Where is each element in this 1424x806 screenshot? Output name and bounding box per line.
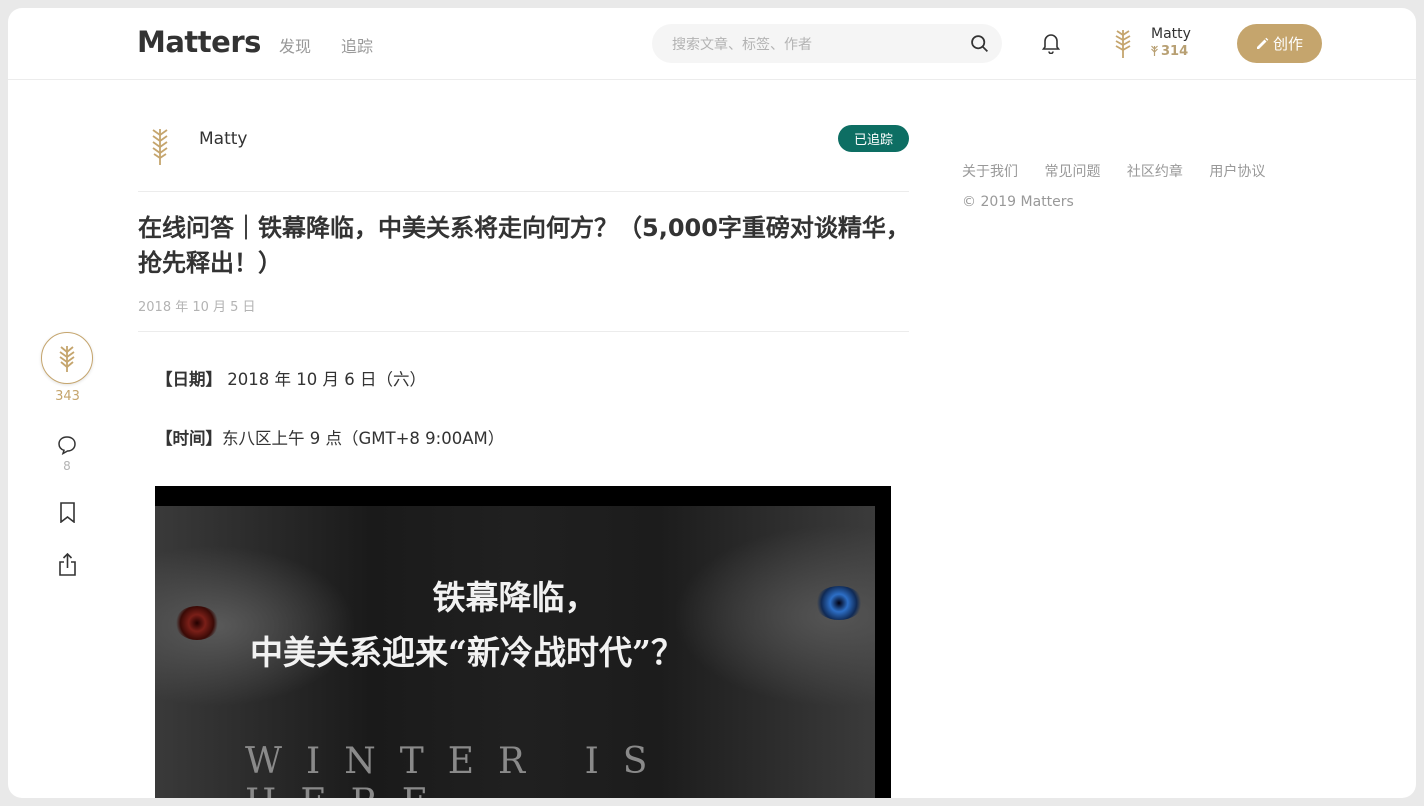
divider bbox=[138, 191, 909, 192]
footer-links: 关于我们 常见问题 社区约章 用户协议 bbox=[962, 161, 1287, 181]
create-button[interactable]: 创作 bbox=[1237, 24, 1322, 63]
article-date: 2018 年 10 月 5 日 bbox=[138, 300, 256, 315]
pencil-icon bbox=[1256, 37, 1269, 49]
matters-logo[interactable]: Matters bbox=[137, 25, 261, 59]
divider bbox=[138, 331, 909, 332]
notification-bell-icon[interactable] bbox=[1041, 32, 1061, 54]
comment-icon[interactable] bbox=[57, 435, 77, 455]
time-line: 【时间】东八区上午 9 点（GMT+8 9:00AM） bbox=[156, 425, 504, 449]
author-name[interactable]: Matty bbox=[199, 129, 247, 149]
following-button[interactable]: 已追踪 bbox=[838, 125, 909, 152]
date-line-label: 【日期】 bbox=[156, 370, 222, 389]
appreciation-count: 343 bbox=[55, 389, 80, 404]
create-button-label: 创作 bbox=[1272, 35, 1303, 53]
search-icon[interactable] bbox=[969, 33, 990, 54]
user-avatar[interactable] bbox=[1111, 26, 1135, 60]
comment-count: 8 bbox=[63, 459, 71, 473]
appreciate-button[interactable] bbox=[41, 332, 93, 384]
footer-link-guidelines[interactable]: 社区约章 bbox=[1127, 164, 1183, 180]
nav-follow[interactable]: 追踪 bbox=[341, 33, 373, 57]
footer-link-terms[interactable]: 用户协议 bbox=[1209, 164, 1265, 180]
search-bar bbox=[652, 24, 1002, 65]
poster-headline-1: 铁幕降临， bbox=[432, 578, 598, 617]
share-icon[interactable] bbox=[58, 553, 77, 576]
date-line: 【日期】 2018 年 10 月 6 日（六） bbox=[156, 366, 426, 390]
bookmark-icon[interactable] bbox=[59, 502, 76, 523]
wheat-icon bbox=[1151, 45, 1158, 56]
app-window: Matters 发现 追踪 Matty 314 创作 bbox=[8, 8, 1416, 798]
top-navbar: Matters 发现 追踪 Matty 314 创作 bbox=[8, 8, 1416, 80]
poster-background: 铁幕降临， 中美关系迎来“新冷战时代”？ WINTER IS HERE bbox=[155, 506, 875, 798]
wheat-icon bbox=[59, 346, 75, 372]
copyright: © 2019 Matters bbox=[962, 194, 1074, 210]
nav-discover[interactable]: 发现 bbox=[279, 33, 311, 57]
poster-english-text: WINTER IS HERE bbox=[245, 741, 672, 798]
poster-headline-2: 中美关系迎来“新冷战时代”？ bbox=[250, 633, 684, 672]
user-score-value: 314 bbox=[1161, 44, 1189, 59]
search-input[interactable] bbox=[670, 24, 964, 65]
article-title: 在线问答｜铁幕降临，中美关系将走向何方？（5,000字重磅对谈精华，抢先释出！） bbox=[138, 214, 910, 277]
user-score: 314 bbox=[1150, 44, 1188, 59]
article-poster-image: 铁幕降临， 中美关系迎来“新冷战时代”？ WINTER IS HERE bbox=[155, 486, 891, 798]
date-line-value: 2018 年 10 月 6 日（六） bbox=[222, 370, 426, 389]
user-name[interactable]: Matty bbox=[1151, 26, 1191, 42]
time-line-label: 【时间】 bbox=[156, 429, 222, 448]
footer-link-faq[interactable]: 常见问题 bbox=[1044, 164, 1100, 180]
author-avatar[interactable] bbox=[148, 125, 172, 167]
footer-link-about[interactable]: 关于我们 bbox=[962, 164, 1018, 180]
time-line-value: 东八区上午 9 点（GMT+8 9:00AM） bbox=[222, 429, 505, 448]
